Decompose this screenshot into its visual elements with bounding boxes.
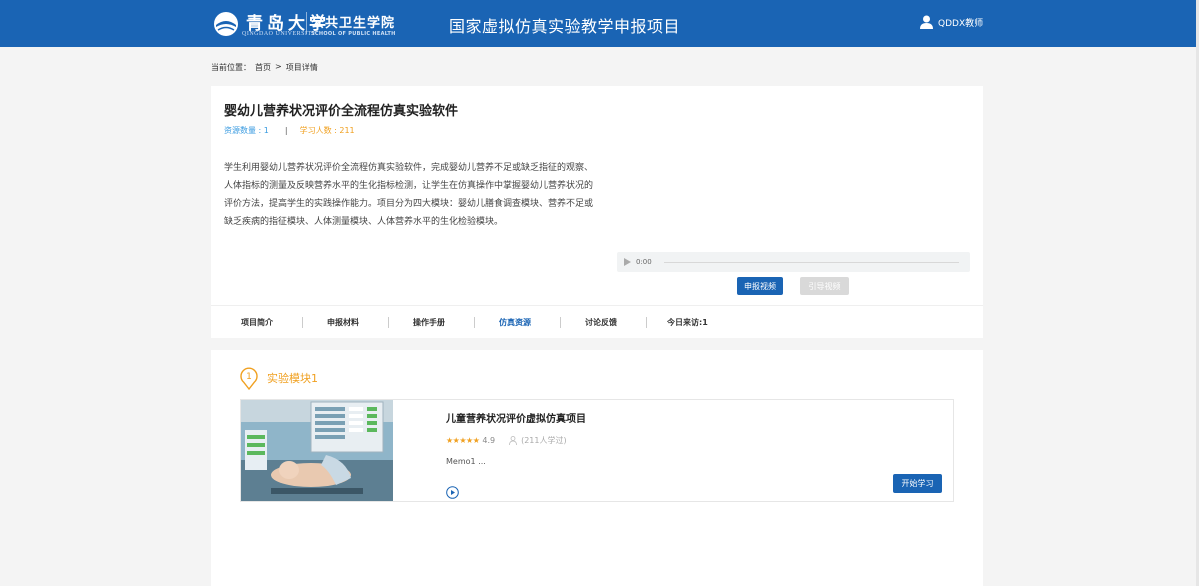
tab-separator [646,317,647,328]
play-icon[interactable] [624,258,631,266]
apply-video-button[interactable]: 申报视频 [737,277,783,295]
project-title: 婴幼儿营养状况评价全流程仿真实验软件 [224,104,459,119]
tab-separator [474,317,475,328]
school-name-en: SCHOOL OF PUBLIC HEALTH [311,31,396,37]
resource-count: 资源数量 : 1 [224,126,269,135]
course-learners: (211人学过) [521,436,567,445]
course-thumbnail[interactable] [241,400,393,501]
site-title: 国家虚拟仿真实验教学申报项目 [449,17,681,36]
today-visits: 今日来访:1 [667,318,708,327]
player-progress-track[interactable] [663,261,959,263]
school-name: 公共卫生学院 [311,16,396,31]
breadcrumb: 当前位置： 首页 > 项目详情 [211,62,318,73]
tab-discussion-feedback[interactable]: 讨论反馈 [585,317,617,328]
tab-application-materials[interactable]: 申报材料 [327,317,359,328]
tabs-divider [211,305,983,306]
course-card[interactable]: 儿童营养状况评价虚拟仿真项目 ★★★★★ 4.9 (211人学过) Memo1 … [240,399,954,502]
course-rating: ★★★★★ 4.9 (211人学过) [446,435,567,446]
tab-separator [560,317,561,328]
player-time: 0:00 [636,258,652,266]
stats-divider: | [284,126,288,135]
tab-project-intro[interactable]: 项目简介 [241,317,273,328]
star-rating-icon: ★★★★★ [446,436,480,445]
project-detail-card: 婴幼儿营养状况评价全流程仿真实验软件 资源数量 : 1 | 学习人数 : 211… [211,86,983,338]
breadcrumb-separator: > [275,62,282,71]
play-circle-icon[interactable] [446,486,459,499]
breadcrumb-current: 项目详情 [285,63,318,72]
modules-section: 1 实验模块1 儿童营养状况评价虚拟仿真项目 ★★★★★ 4.9 (211人学过… [211,350,983,586]
tab-operation-manual[interactable]: 操作手册 [413,317,445,328]
user-icon [509,436,517,445]
video-player-controls[interactable]: 0:00 [617,252,970,272]
start-learning-button[interactable]: 开始学习 [893,474,942,493]
course-name[interactable]: 儿童营养状况评价虚拟仿真项目 [446,410,586,425]
breadcrumb-label: 当前位置： [211,63,251,72]
course-memo: Memo1 ... [446,457,486,466]
tab-simulation-resources[interactable]: 仿真资源 [499,317,531,328]
logo-divider [306,12,307,34]
module-number-badge-icon: 1 [240,367,258,390]
breadcrumb-home-link[interactable]: 首页 [255,62,271,73]
user-menu[interactable]: QDDX教师 [920,15,983,29]
tab-separator [302,317,303,328]
module-title: 实验模块1 [267,372,318,385]
university-emblem-icon [214,12,238,36]
project-stats: 资源数量 : 1 | 学习人数 : 211 [224,125,355,136]
user-name: QDDX教师 [938,18,984,29]
project-description: 学生利用婴幼儿营养状况评价全流程仿真实验软件，完成婴幼儿营养不足或缺乏指征的观察… [224,163,594,227]
top-header: 青岛大学 QINGDAO UNIVERSITY 公共卫生学院 SCHOOL OF… [0,0,1196,47]
user-icon [920,15,933,29]
rating-value: 4.9 [482,436,496,445]
tab-separator [388,317,389,328]
guide-video-button[interactable]: 引导视频 [800,277,849,295]
learner-count: 学习人数 : 211 [299,126,355,135]
module-number: 1 [246,372,252,382]
